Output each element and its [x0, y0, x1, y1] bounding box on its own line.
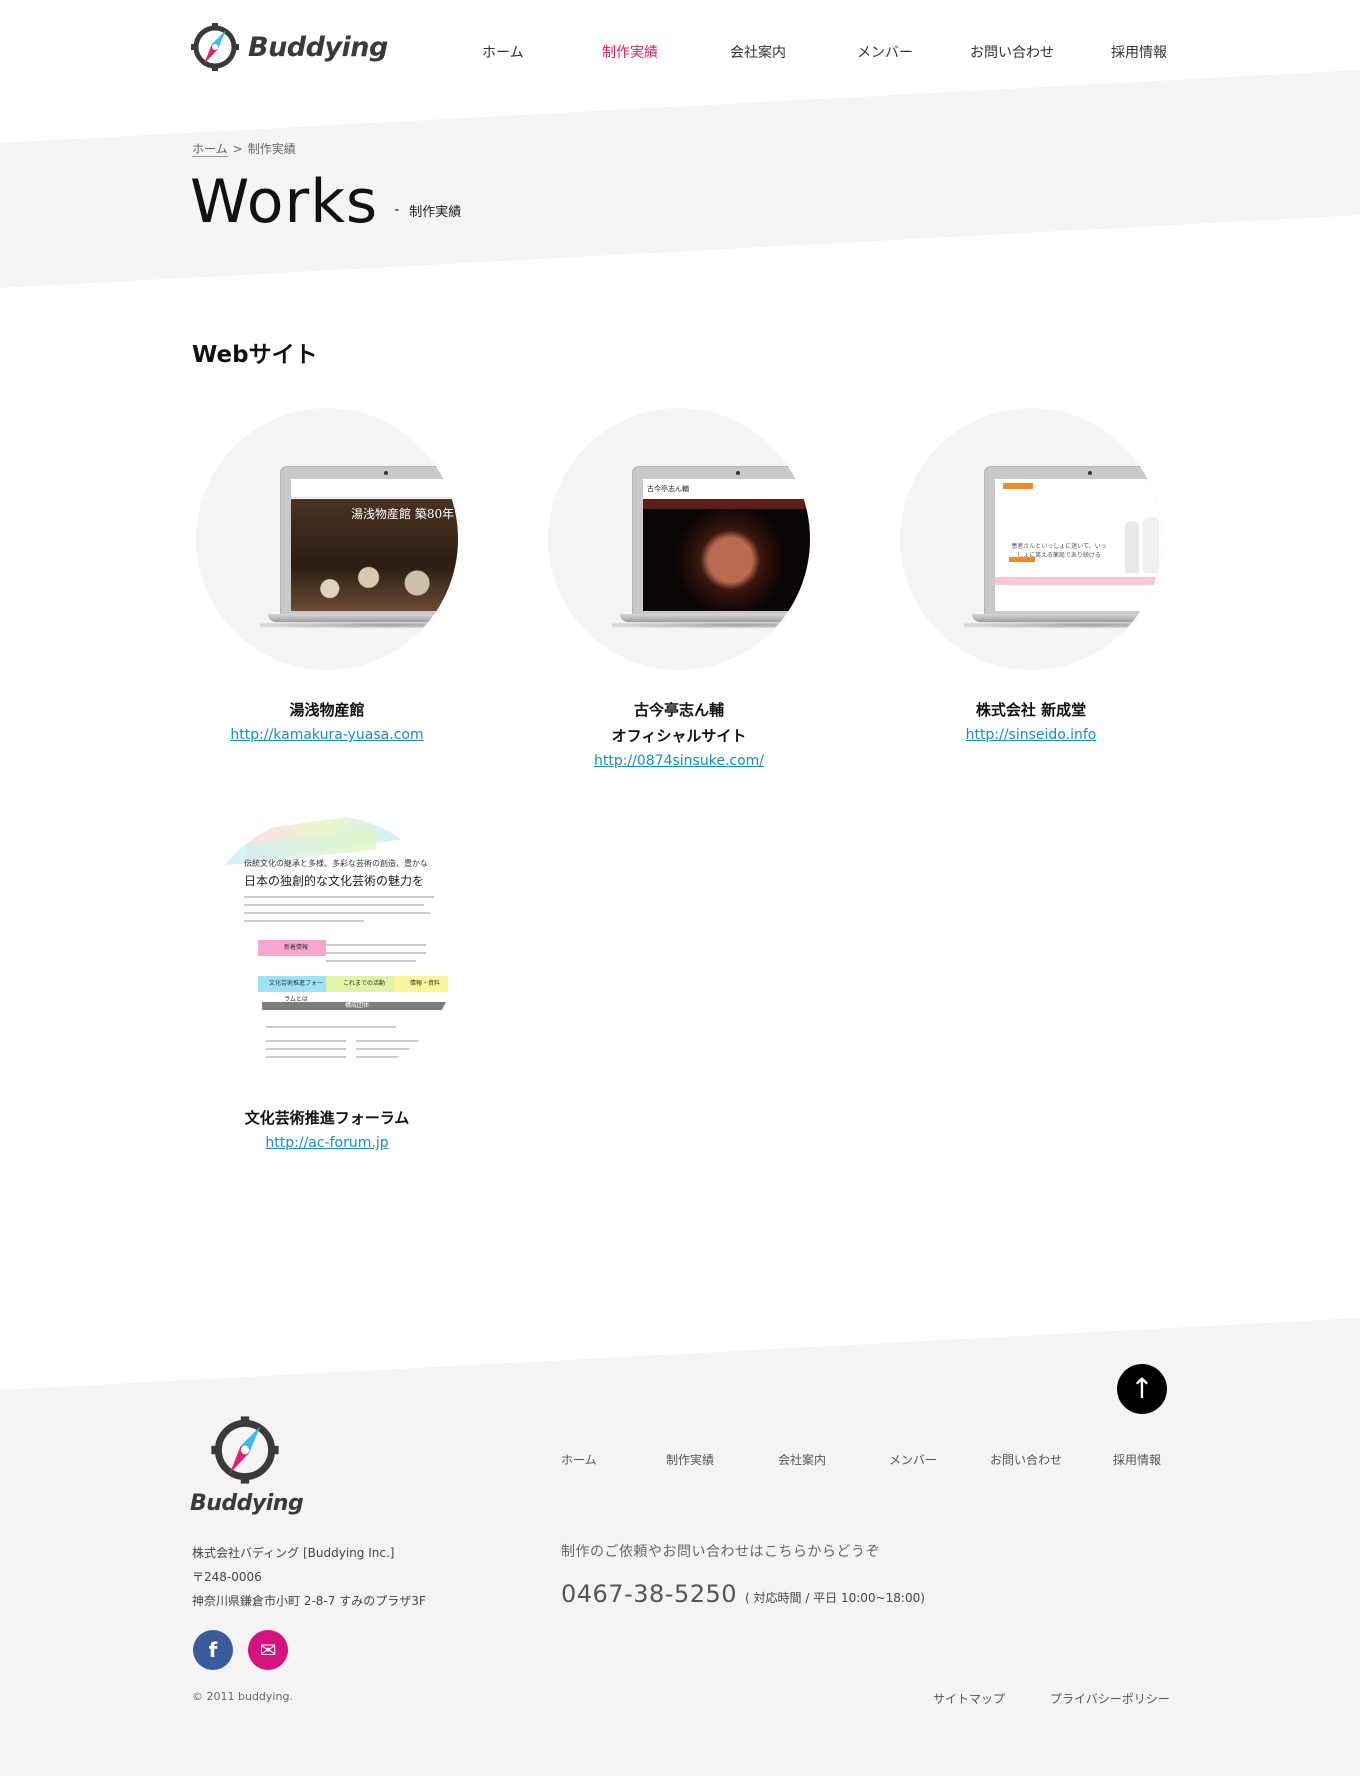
site-header: Buddying ホーム 制作実績 会社案内 メンバー お問い合わせ 採用情報: [0, 0, 1360, 110]
work-thumbnail[interactable]: 患者さんといっしょに迷いて、いっしょに笑える薬局であり続ける: [900, 408, 1162, 670]
footer-nav-company[interactable]: 会社案内: [778, 1451, 826, 1468]
privacy-policy-link[interactable]: プライバシーポリシー: [1050, 1690, 1170, 1707]
screen-line: 伝統文化の継承と多様、多彩な芸術の創造、豊かな: [244, 859, 428, 868]
work-thumbnail[interactable]: 古今亭志ん輔: [548, 408, 810, 670]
breadcrumb-current: 制作実績: [247, 142, 296, 156]
laptop-mockup: 湯浅物産館 築80年: [260, 466, 458, 628]
laptop-mockup: 患者さんといっしょに迷いて、いっしょに笑える薬局であり続ける: [964, 466, 1162, 628]
nav-works[interactable]: 制作実績: [602, 42, 658, 62]
screen-caption: 古今亭志ん輔: [643, 479, 810, 499]
facebook-icon[interactable]: f: [193, 1630, 233, 1670]
section-title-bold: Web: [192, 342, 249, 368]
company-address: 神奈川県鎌倉市小町 2-8-7 すみのプラザ3F: [192, 1594, 426, 1608]
page-title-en: Works: [190, 167, 379, 237]
business-hours: ( 対応時間 / 平日 10:00~18:00): [745, 1591, 925, 1605]
footer-nav-home[interactable]: ホーム: [561, 1451, 597, 1468]
breadcrumb: ホーム > 制作実績: [192, 140, 296, 157]
work-url-link[interactable]: http://kamakura-yuasa.com: [230, 727, 423, 743]
company-name: 株式会社バディング [Buddying Inc.]: [192, 1546, 395, 1560]
footer-nav-contact[interactable]: お問い合わせ: [990, 1451, 1062, 1468]
work-name: 株式会社 新成堂: [975, 701, 1087, 719]
phone-block: 0467-38-5250 ( 対応時間 / 平日 10:00~18:00): [561, 1580, 925, 1608]
work-url-link[interactable]: http://ac-forum.jp: [265, 1135, 388, 1151]
nav-contact[interactable]: お問い合わせ: [970, 42, 1054, 62]
screen-tag: 構成団体: [262, 1002, 452, 1010]
work-thumbnail[interactable]: 伝統文化の継承と多様、多彩な芸術の創造、豊かな 日本の独創的な文化芸術の魅力を …: [196, 816, 458, 1078]
work-name-line: オフィシャルサイト: [611, 727, 747, 745]
work-name: 古今亭志ん輔 オフィシャルサイト: [544, 697, 814, 749]
section-title-rest: サイト: [248, 342, 318, 368]
company-postal: 〒248-0006: [192, 1570, 262, 1584]
site-screenshot: 伝統文化の継承と多様、多彩な芸術の創造、豊かな 日本の独創的な文化芸術の魅力を …: [196, 816, 458, 1078]
compass-logo-icon: [211, 1416, 279, 1484]
footer-nav-works[interactable]: 制作実績: [666, 1451, 714, 1468]
screen-tag: 文化芸術推進フォーラムとは: [258, 976, 326, 1003]
laptop-mockup: 古今亭志ん輔: [612, 466, 810, 628]
company-info: 株式会社バディング [Buddying Inc.] 〒248-0006 神奈川県…: [192, 1541, 426, 1613]
copyright: © 2011 buddying.: [192, 1690, 293, 1703]
screen-tag: これまでの活動: [326, 976, 394, 992]
footer-logo[interactable]: Buddying: [190, 1415, 304, 1516]
nav-members[interactable]: メンバー: [857, 42, 913, 62]
sitemap-link[interactable]: サイトマップ: [933, 1690, 1005, 1707]
work-card-shinsuke: 古今亭志ん輔 古今亭志ん輔 オフィシャルサイト http://0874sinsu…: [544, 408, 814, 773]
page-title-ja: 制作実績: [409, 205, 462, 220]
page-title-dash: -: [394, 202, 400, 218]
back-to-top-button[interactable]: ↑: [1117, 1364, 1167, 1414]
screen-line: 日本の独創的な文化芸術の魅力を: [244, 874, 425, 888]
work-card-acforum: 伝統文化の継承と多様、多彩な芸術の創造、豊かな 日本の独創的な文化芸術の魅力を …: [192, 816, 462, 1155]
footer-nav-members[interactable]: メンバー: [889, 1451, 937, 1468]
work-card-sinseido: 患者さんといっしょに迷いて、いっしょに笑える薬局であり続ける 株式会社 新成堂 …: [896, 408, 1166, 747]
nav-recruit[interactable]: 採用情報: [1111, 42, 1167, 62]
work-card-yuasa: 湯浅物産館 築80年 湯浅物産館 http://kamakura-yuasa.c…: [192, 408, 462, 747]
footer-logo-wordmark: Buddying: [190, 1491, 304, 1516]
work-thumbnail[interactable]: 湯浅物産館 築80年: [196, 408, 458, 670]
nav-home[interactable]: ホーム: [482, 42, 524, 62]
screen-tag: 情報・資料: [394, 976, 448, 992]
screen-caption: 湯浅物産館 築80年: [351, 507, 455, 521]
screen-tag: 新着情報: [258, 940, 326, 956]
work-url-link[interactable]: http://0874sinsuke.com/: [594, 753, 764, 769]
breadcrumb-separator: >: [232, 142, 243, 156]
mail-icon[interactable]: ✉: [248, 1630, 288, 1670]
work-name: 湯浅物産館: [289, 701, 365, 719]
breadcrumb-home-link[interactable]: ホーム: [192, 142, 228, 157]
page-title: Works - 制作実績: [190, 172, 461, 232]
footer-nav-recruit[interactable]: 採用情報: [1113, 1451, 1161, 1468]
work-name: 文化芸術推進フォーラム: [244, 1109, 410, 1127]
phone-number[interactable]: 0467-38-5250: [561, 1580, 737, 1608]
contact-lead: 制作のご依頼やお問い合わせはこちらからどうぞ: [561, 1544, 880, 1560]
nav-company[interactable]: 会社案内: [730, 42, 786, 62]
section-title: Webサイト: [192, 335, 318, 369]
work-url-link[interactable]: http://sinseido.info: [966, 727, 1097, 743]
work-name-line: 古今亭志ん輔: [633, 701, 724, 719]
global-nav: ホーム 制作実績 会社案内 メンバー お問い合わせ 採用情報: [0, 42, 1360, 62]
